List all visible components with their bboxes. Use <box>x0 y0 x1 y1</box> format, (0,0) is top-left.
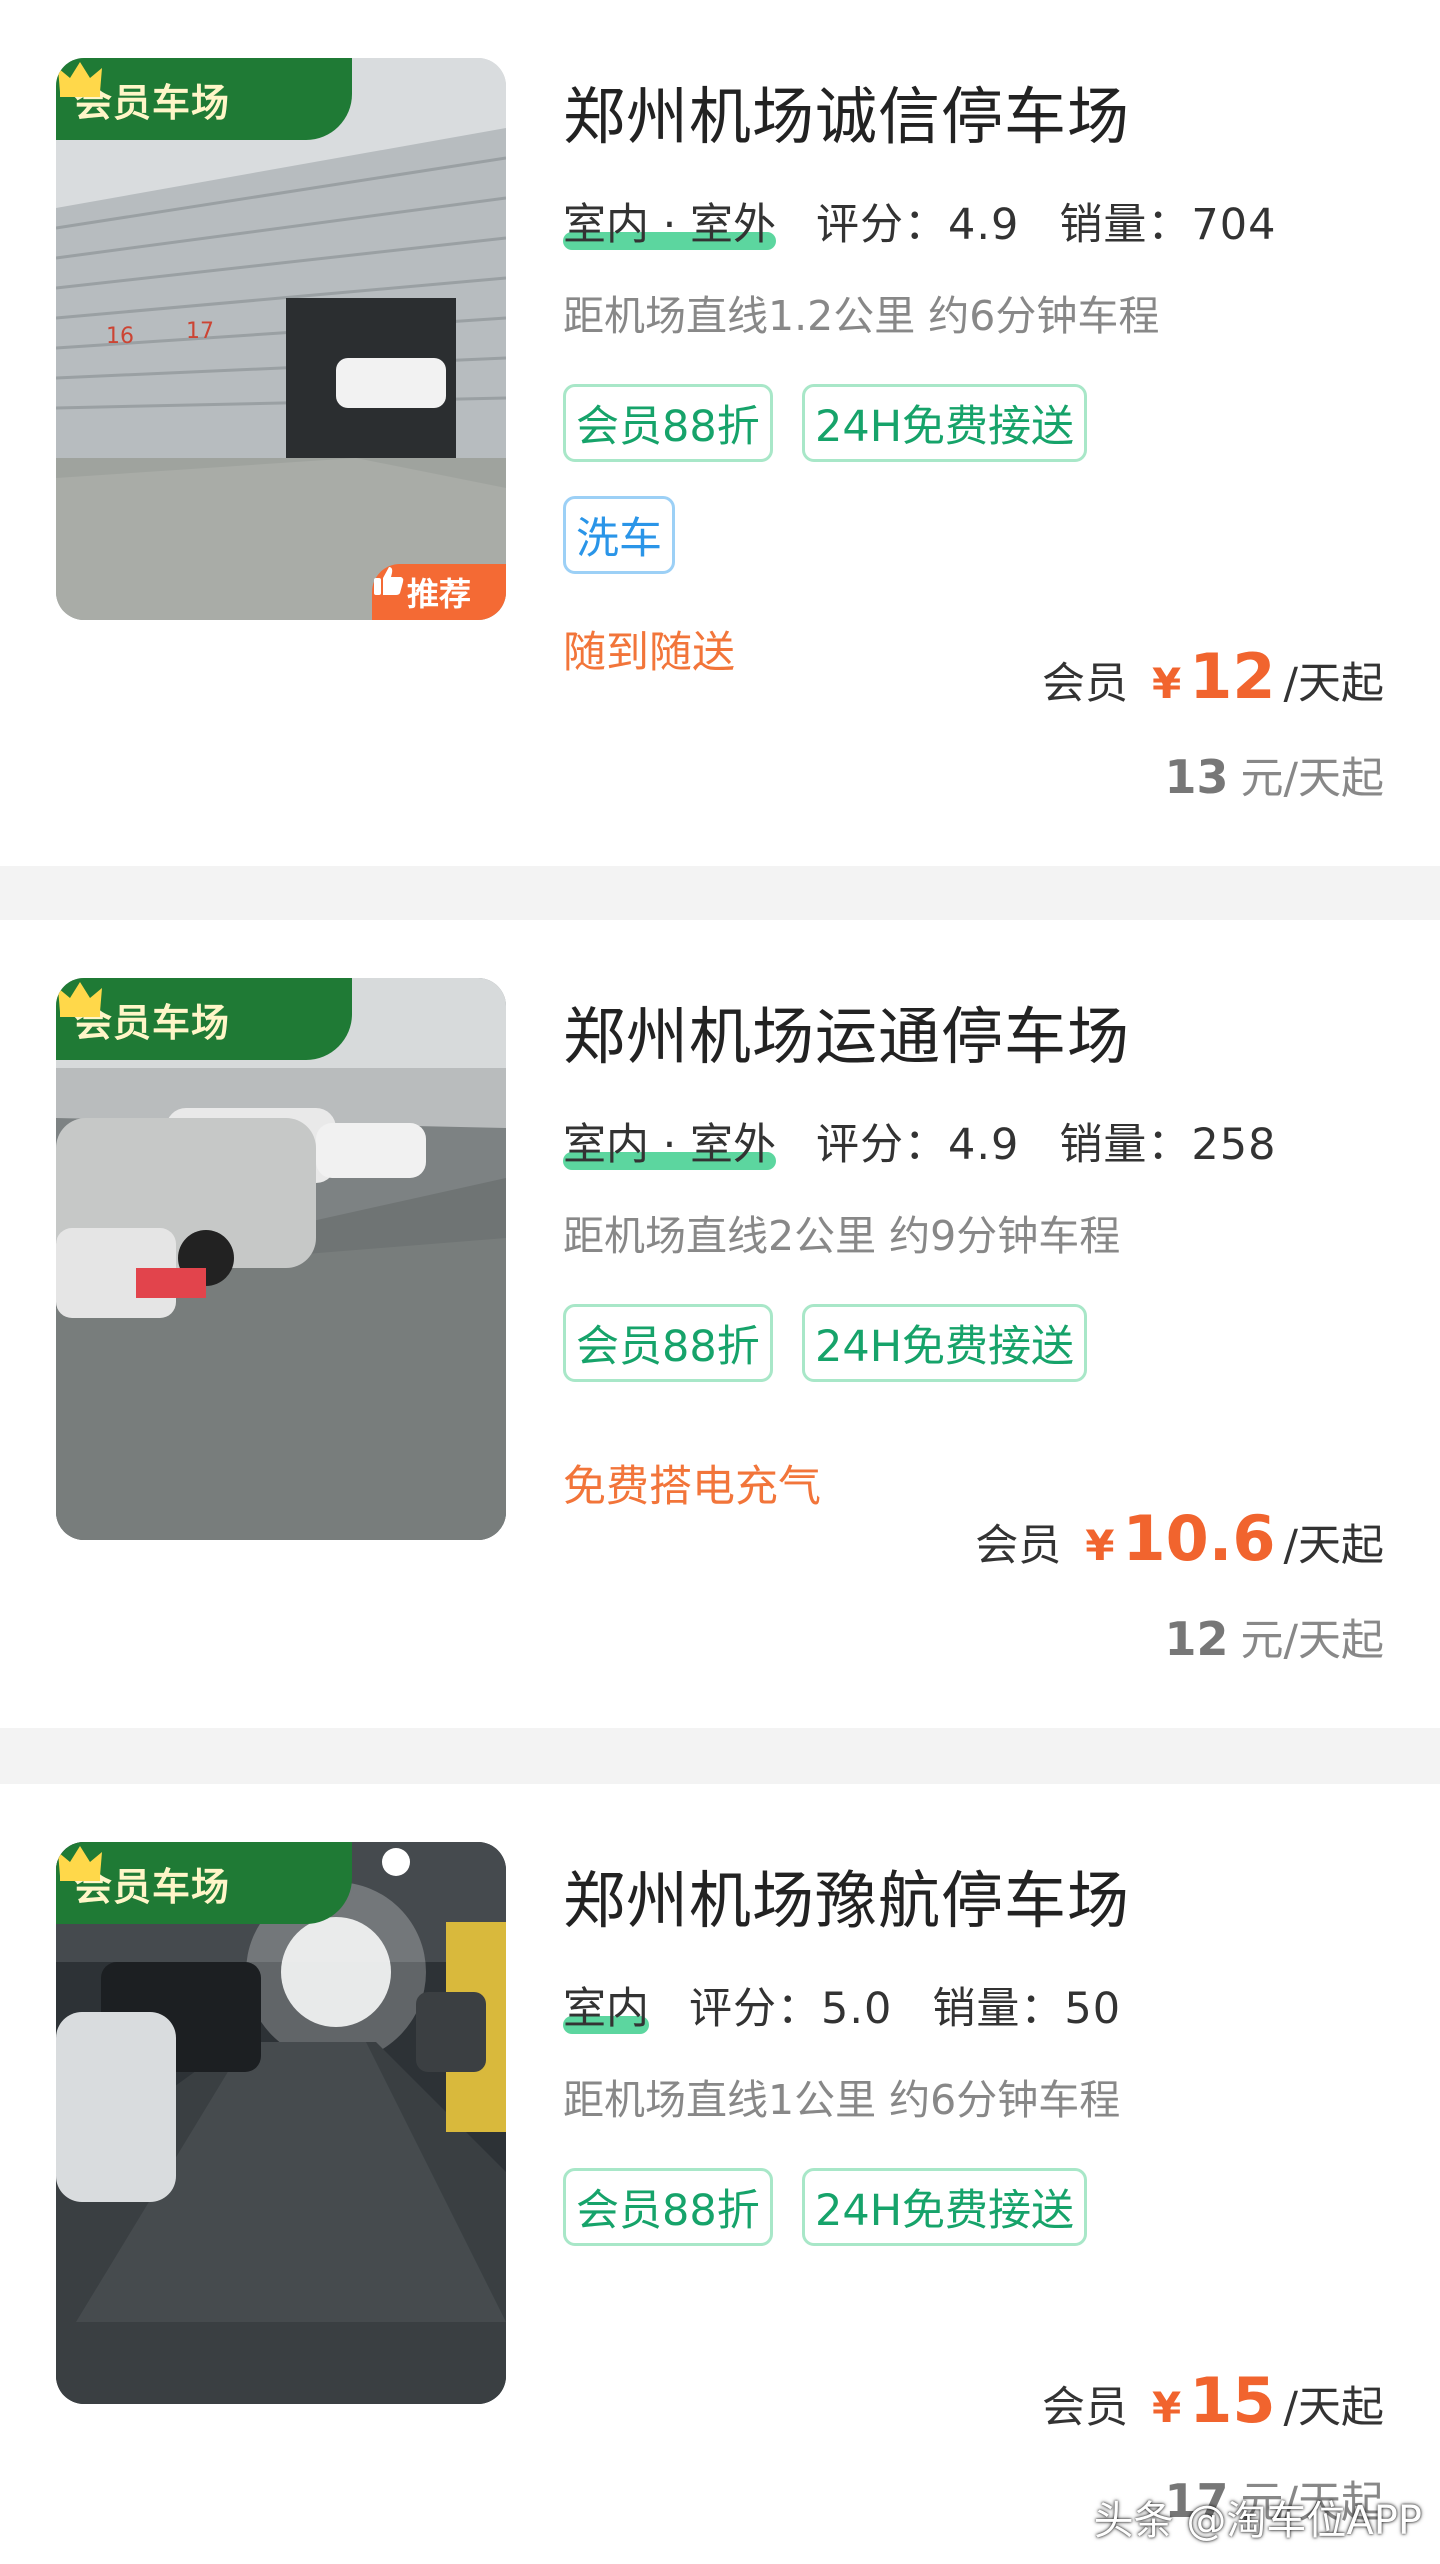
parking-lot-name[interactable]: 郑州机场诚信停车场 <box>563 66 1130 156</box>
card-divider <box>0 1728 1440 1784</box>
recommend-badge: 推荐 <box>372 564 506 620</box>
member-discount-tag: 会员88折 <box>563 2168 773 2246</box>
member-price: 会员 ¥ 15 /天起 <box>1042 2364 1384 2437</box>
sales-count: 销量：258 <box>1059 1120 1277 1170</box>
parking-lot-photo[interactable]: 16 17 会员车场 推荐 <box>56 58 506 620</box>
member-price-value: 12 <box>1189 640 1276 713</box>
parking-lot-card[interactable]: 会员车场 郑州机场运通停车场 室内 · 室外 评分：4.9 销量：258 距机场… <box>0 920 1440 1728</box>
original-price-value: 12 <box>1164 1612 1229 1666</box>
garage-photo-image: 16 17 <box>56 58 506 620</box>
price-unit: /天起 <box>1283 754 1385 804</box>
parking-lot-list: 16 17 会员车场 推荐 郑州机场诚信停车场 室内 · 室外 评分：4.9 销… <box>0 0 1440 2564</box>
recommend-label: 推荐 <box>406 575 471 613</box>
svg-text:17: 17 <box>186 319 214 344</box>
indoor-garage-photo-image <box>56 978 506 1540</box>
parking-lot-photo[interactable]: 会员车场 <box>56 978 506 1540</box>
thumbs-up-icon <box>374 567 404 595</box>
rating: 评分：4.9 <box>816 1120 1020 1170</box>
sales-count: 销量：50 <box>932 1984 1122 2034</box>
shuttle-service-tag: 24H免费接送 <box>802 1304 1088 1382</box>
member-discount-tag: 会员88折 <box>563 384 773 462</box>
price-unit: /天起 <box>1283 659 1385 709</box>
sales-count: 销量：704 <box>1059 200 1277 250</box>
promo-text: 随到随送 <box>563 628 735 678</box>
crown-icon <box>58 1846 102 1881</box>
original-price-currency: 元 <box>1240 1616 1284 1666</box>
original-price: 12 元 /天起 <box>1164 1606 1384 1668</box>
currency-symbol: ¥ <box>1151 2383 1182 2432</box>
vip-lot-badge: 会员车场 <box>56 978 352 1060</box>
crown-icon <box>58 982 102 1017</box>
member-price: 会员 ¥ 12 /天起 <box>1042 640 1384 713</box>
svg-text:16: 16 <box>106 324 134 349</box>
distance-info: 距机场直线1.2公里 约6分钟车程 <box>563 292 1160 340</box>
currency-symbol: ¥ <box>1085 1521 1115 1570</box>
member-price-value: 15 <box>1189 2364 1276 2437</box>
member-price-label: 会员 <box>975 1521 1062 1571</box>
price-unit: /天起 <box>1283 1521 1385 1571</box>
rating: 评分：5.0 <box>689 1984 893 2034</box>
currency-symbol: ¥ <box>1151 659 1182 708</box>
member-discount-tag: 会员88折 <box>563 1304 773 1382</box>
member-price: 会员 ¥ 10.6 /天起 <box>975 1502 1384 1575</box>
member-price-label: 会员 <box>1041 2383 1128 2433</box>
parking-lot-photo[interactable]: 会员车场 <box>56 1842 506 2404</box>
price-unit: /天起 <box>1283 1616 1385 1666</box>
parking-lot-card[interactable]: 16 17 会员车场 推荐 郑州机场诚信停车场 室内 · 室外 评分：4.9 销… <box>0 0 1440 866</box>
parking-lot-card[interactable]: 会员车场 郑州机场豫航停车场 室内 评分：5.0 销量：50 距机场直线1公里 … <box>0 1784 1440 2564</box>
original-price-value: 13 <box>1164 750 1229 804</box>
parking-lot-meta: 室内 · 室外 评分：4.9 销量：704 <box>563 190 1316 252</box>
watermark: 头条 @淘车位APP <box>1093 2498 1422 2544</box>
car-wash-tag: 洗车 <box>563 496 675 574</box>
vip-lot-badge: 会员车场 <box>56 1842 352 1924</box>
shuttle-service-tag: 24H免费接送 <box>802 2168 1088 2246</box>
crown-icon <box>58 62 102 97</box>
card-divider <box>0 866 1440 920</box>
parking-lot-meta: 室内 · 室外 评分：4.9 销量：258 <box>563 1110 1316 1172</box>
original-price: 13 元 /天起 <box>1164 744 1384 806</box>
vip-lot-badge: 会员车场 <box>56 58 352 140</box>
indoor-outdoor-label: 室内 <box>563 1984 649 2034</box>
member-price-value: 10.6 <box>1122 1502 1276 1575</box>
shuttle-service-tag: 24H免费接送 <box>802 384 1088 462</box>
member-price-label: 会员 <box>1041 659 1128 709</box>
parking-lot-name[interactable]: 郑州机场运通停车场 <box>563 986 1130 1076</box>
indoor-outdoor-label: 室内 · 室外 <box>563 200 777 250</box>
promo-text: 免费搭电充气 <box>563 1462 821 1512</box>
original-price-currency: 元 <box>1240 754 1284 804</box>
indoor-outdoor-label: 室内 · 室外 <box>563 1120 777 1170</box>
price-unit: /天起 <box>1283 2383 1385 2433</box>
rating: 评分：4.9 <box>816 200 1020 250</box>
parking-lot-meta: 室内 评分：5.0 销量：50 <box>563 1974 1161 2036</box>
distance-info: 距机场直线1公里 约6分钟车程 <box>563 2076 1121 2124</box>
distance-info: 距机场直线2公里 约9分钟车程 <box>563 1212 1121 1260</box>
parking-lot-name[interactable]: 郑州机场豫航停车场 <box>563 1850 1130 1940</box>
underground-garage-photo-image <box>56 1842 506 2404</box>
